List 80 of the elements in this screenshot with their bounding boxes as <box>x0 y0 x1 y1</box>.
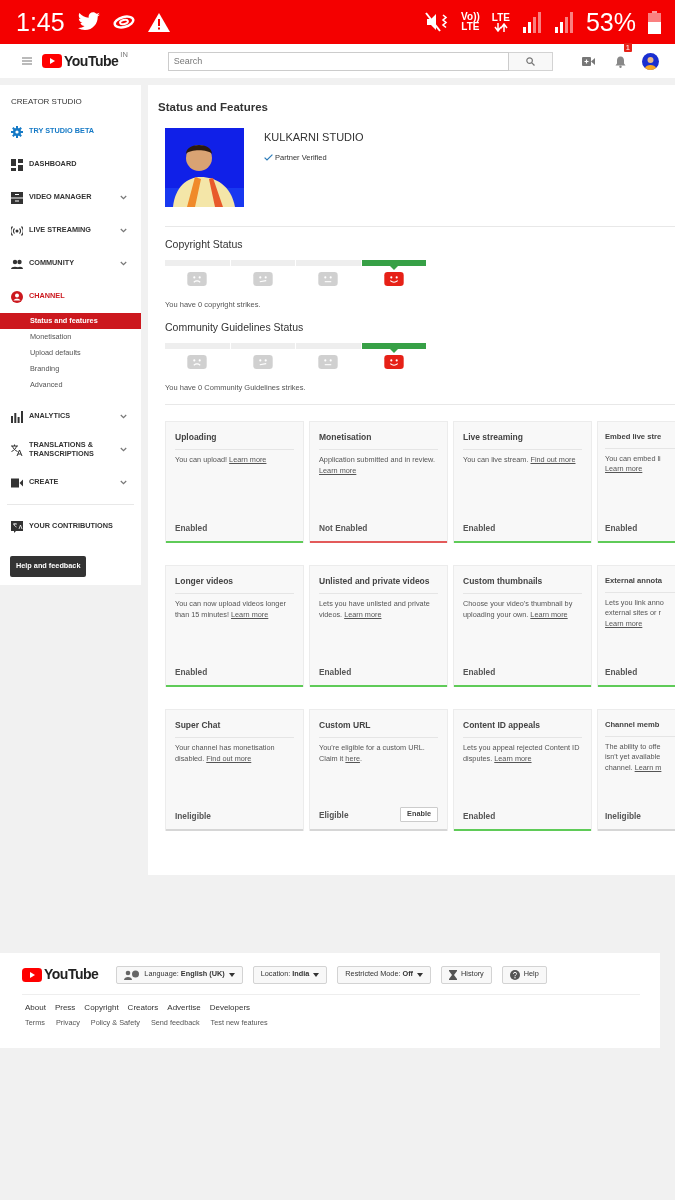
battery-icon <box>648 10 661 34</box>
caret-icon <box>228 972 235 977</box>
bell-icon[interactable] <box>615 55 626 68</box>
gear-icon <box>11 125 23 138</box>
footer-link[interactable]: Press <box>54 1002 76 1014</box>
warning-icon <box>146 11 171 33</box>
card-title: Live streaming <box>463 431 582 450</box>
twitter-bird-icon <box>76 12 101 32</box>
card-status: Eligible <box>319 808 349 821</box>
data-arrows-icon <box>493 22 508 32</box>
section-title: CREATOR STUDIO <box>10 96 83 108</box>
mute-vibrate-icon <box>425 12 450 32</box>
people-icon <box>11 257 23 270</box>
card-title: Unlisted and private videos <box>319 575 438 594</box>
chevron-down-icon[interactable] <box>120 228 127 233</box>
card-title: Content ID appeals <box>463 719 582 738</box>
volte-label: Vo)) <box>461 12 480 22</box>
footer-link[interactable]: About <box>25 1002 46 1014</box>
happy-face-icon <box>383 272 404 286</box>
translate-icon <box>11 443 23 456</box>
card-title: Super Chat <box>175 719 294 738</box>
chevron-down-icon[interactable] <box>120 195 127 200</box>
broadcast-icon <box>11 224 23 237</box>
network-type: LTE <box>491 12 510 23</box>
caret-icon <box>313 972 320 977</box>
card-status: Not Enabled <box>319 521 368 535</box>
signal-icon <box>553 11 574 33</box>
chevron-down-icon[interactable] <box>120 261 127 266</box>
section-title: Community Guidelines Status <box>165 320 305 336</box>
card-status: Enabled <box>605 521 638 535</box>
card-status: Enabled <box>463 809 496 823</box>
card-title: Custom thumbnails <box>463 575 582 594</box>
chevron-down-icon[interactable] <box>120 414 127 419</box>
clock-time: 1:45 <box>16 9 65 35</box>
chevron-down-icon[interactable] <box>120 447 127 452</box>
logo-text[interactable]: YouTube <box>44 964 99 985</box>
card-title: Custom URL <box>319 719 438 738</box>
signal-icon <box>521 11 542 33</box>
card-title: Uploading <box>175 431 294 450</box>
card-status: Ineligible <box>605 809 641 823</box>
dashboard-icon <box>11 158 23 171</box>
logo-text[interactable]: YouTube <box>64 50 119 72</box>
translate-icon <box>11 520 23 533</box>
user-circle-icon <box>11 290 23 303</box>
card-status: Enabled <box>605 665 638 679</box>
youtube-logo-icon <box>42 54 62 68</box>
swirl-icon <box>112 15 135 29</box>
page-title: Status and Features <box>158 100 269 115</box>
card-status: Enabled <box>175 521 208 535</box>
search-field[interactable]: Search <box>167 51 509 71</box>
avatar[interactable] <box>642 52 659 70</box>
video-camera-icon[interactable] <box>582 56 595 66</box>
help-icon <box>509 969 520 980</box>
card-status: Enabled <box>463 521 496 535</box>
hourglass-icon <box>449 969 458 980</box>
video-camera-icon <box>11 476 23 489</box>
card-title: Longer videos <box>175 575 294 594</box>
card-status: Enabled <box>463 665 496 679</box>
footer-link[interactable]: Copyright <box>84 1002 119 1014</box>
search-button[interactable] <box>508 51 553 71</box>
card-title: Monetisation <box>319 431 438 450</box>
video-manager-icon <box>11 191 23 204</box>
card-status: Enabled <box>175 665 208 679</box>
chevron-down-icon[interactable] <box>120 480 127 485</box>
check-icon <box>264 153 273 161</box>
volte-label: LTE <box>461 22 480 32</box>
search-icon <box>525 56 535 66</box>
caret-icon <box>417 972 424 977</box>
footer-link[interactable]: Developers <box>209 1002 251 1014</box>
channel-name: KULKARNI STUDIO <box>264 130 364 146</box>
battery-percent: 53% <box>585 9 636 35</box>
card-status: Enabled <box>319 665 352 679</box>
language-icon <box>124 969 141 980</box>
footer-link[interactable]: Advertise <box>167 1002 201 1014</box>
card-status: Ineligible <box>175 809 211 823</box>
happy-face-icon <box>383 355 404 369</box>
footer-link[interactable]: Creators <box>127 1002 159 1014</box>
youtube-logo-icon <box>22 967 42 982</box>
section-title: Copyright Status <box>165 237 244 253</box>
bar-chart-icon <box>11 410 23 423</box>
